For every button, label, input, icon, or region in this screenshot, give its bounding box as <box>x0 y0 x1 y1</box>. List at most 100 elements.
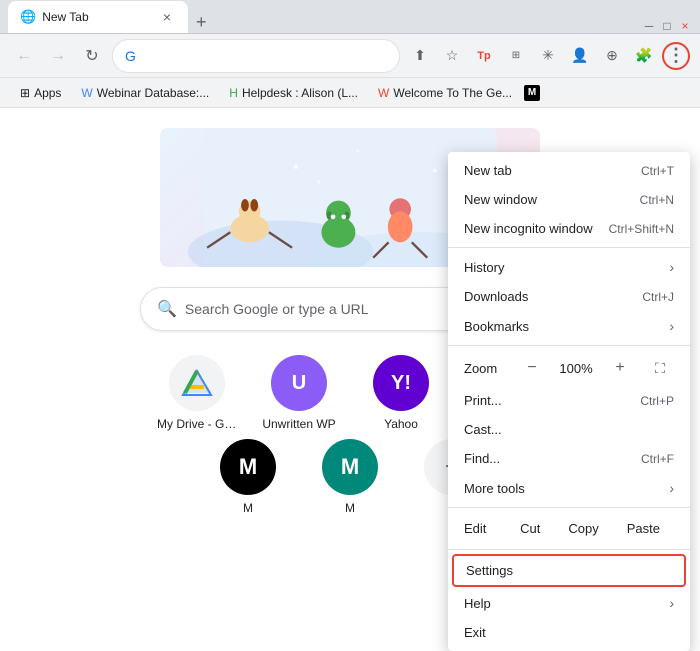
menu-item-cast[interactable]: Cast... <box>448 415 690 444</box>
menu-item-bookmarks[interactable]: Bookmarks › <box>448 311 690 341</box>
bookmark-label-2: Helpdesk : Alison (L... <box>242 86 358 100</box>
bookmark-favicon-1: W <box>81 86 92 100</box>
help-label: Help <box>464 596 661 611</box>
address-security-icon: G <box>125 48 136 64</box>
bookmarks-arrow-icon: › <box>669 318 674 334</box>
menu-divider-4 <box>448 549 690 550</box>
bookmark-welcome[interactable]: W Welcome To The Ge... <box>370 84 520 102</box>
back-button[interactable]: ← <box>10 42 38 70</box>
shortcut-yahoo[interactable]: Y! Yahoo <box>356 355 446 431</box>
shortcut-m2[interactable]: M M <box>305 439 395 515</box>
refresh-button[interactable]: ↻ <box>78 42 106 70</box>
menu-item-settings[interactable]: Settings <box>454 556 684 585</box>
find-shortcut: Ctrl+F <box>641 452 674 466</box>
zoom-label: Zoom <box>464 361 510 376</box>
paste-button[interactable]: Paste <box>613 514 674 543</box>
toolbar: ← → ↻ G ⬆ ☆ Tp ⊞ ✳ 👤 ⊕ 🧩 ⋮ <box>0 34 700 78</box>
exit-label: Exit <box>464 625 674 640</box>
shortcut-label-wp: Unwritten WP <box>262 417 335 431</box>
extension-button-4[interactable]: ⊕ <box>598 42 626 70</box>
shortcut-drive[interactable]: My Drive - Go... <box>152 355 242 431</box>
shortcut-label-m2: M <box>345 501 355 515</box>
menu-item-more-tools[interactable]: More tools › <box>448 473 690 503</box>
new-window-shortcut: Ctrl+N <box>640 193 674 207</box>
active-tab[interactable]: 🌐 New Tab × <box>8 1 188 33</box>
minimize-button[interactable]: ─ <box>642 19 656 33</box>
menu-item-downloads[interactable]: Downloads Ctrl+J <box>448 282 690 311</box>
new-tab-shortcut: Ctrl+T <box>641 164 674 178</box>
more-options-button[interactable]: ⋮ <box>662 42 690 70</box>
tab-title: New Tab <box>42 10 88 24</box>
print-label: Print... <box>464 393 624 408</box>
incognito-label: New incognito window <box>464 221 593 236</box>
zoom-controls: − 100% + ⛶ <box>518 354 674 382</box>
shortcut-label-drive: My Drive - Go... <box>157 417 237 431</box>
extension-button-2[interactable]: ⊞ <box>502 42 530 70</box>
more-tools-arrow-icon: › <box>669 480 674 496</box>
share-button[interactable]: ⬆ <box>406 42 434 70</box>
find-label: Find... <box>464 451 625 466</box>
apps-label: Apps <box>34 86 61 100</box>
downloads-label: Downloads <box>464 289 626 304</box>
zoom-row: Zoom − 100% + ⛶ <box>448 350 690 386</box>
maximize-button[interactable]: □ <box>660 19 674 33</box>
zoom-out-button[interactable]: − <box>518 354 546 382</box>
cast-label: Cast... <box>464 422 674 437</box>
shortcut-icon-medium: M <box>220 439 276 495</box>
menu-divider-1 <box>448 247 690 248</box>
copy-button[interactable]: Copy <box>554 514 612 543</box>
shortcut-label-yahoo: Yahoo <box>384 417 418 431</box>
extension-button-5[interactable]: 🧩 <box>630 42 658 70</box>
bookmarks-label: Bookmarks <box>464 319 661 334</box>
menu-item-help[interactable]: Help › <box>448 588 690 618</box>
zoom-in-button[interactable]: + <box>606 354 634 382</box>
bookmark-favicon-2: H <box>229 86 238 100</box>
shortcut-medium[interactable]: M M <box>203 439 293 515</box>
forward-button[interactable]: → <box>44 42 72 70</box>
menu-item-incognito[interactable]: New incognito window Ctrl+Shift+N <box>448 214 690 243</box>
incognito-shortcut: Ctrl+Shift+N <box>609 222 674 236</box>
search-icon: 🔍 <box>157 299 177 319</box>
tab-favicon: 🌐 <box>20 9 36 25</box>
menu-item-find[interactable]: Find... Ctrl+F <box>448 444 690 473</box>
history-label: History <box>464 260 661 275</box>
shortcut-icon-drive <box>169 355 225 411</box>
more-tools-label: More tools <box>464 481 661 496</box>
history-arrow-icon: › <box>669 259 674 275</box>
menu-item-print[interactable]: Print... Ctrl+P <box>448 386 690 415</box>
extension-button-3[interactable]: ✳ <box>534 42 562 70</box>
search-placeholder: Search Google or type a URL <box>185 301 369 317</box>
chrome-menu: New tab Ctrl+T New window Ctrl+N New inc… <box>448 152 690 651</box>
shortcut-label-medium: M <box>243 501 253 515</box>
bookmark-favicon-4[interactable]: M <box>524 85 540 101</box>
tp-extension-button[interactable]: Tp <box>470 42 498 70</box>
main-content-wrapper: 🔍 Search Google or type a URL My Drive -… <box>0 108 700 515</box>
cut-button[interactable]: Cut <box>506 514 554 543</box>
tab-close-button[interactable]: × <box>158 8 176 26</box>
settings-highlight-box: Settings <box>452 554 686 587</box>
profile-button[interactable]: 👤 <box>566 42 594 70</box>
shortcut-icon-m2: M <box>322 439 378 495</box>
menu-item-new-window[interactable]: New window Ctrl+N <box>448 185 690 214</box>
shortcut-wp[interactable]: U Unwritten WP <box>254 355 344 431</box>
close-window-button[interactable]: × <box>678 19 692 33</box>
toolbar-icons: ⬆ ☆ Tp ⊞ ✳ 👤 ⊕ 🧩 ⋮ <box>406 42 690 70</box>
bookmark-helpdesk[interactable]: H Helpdesk : Alison (L... <box>221 84 366 102</box>
help-arrow-icon: › <box>669 595 674 611</box>
address-bar[interactable]: G <box>112 39 400 73</box>
bookmark-button[interactable]: ☆ <box>438 42 466 70</box>
title-bar: 🌐 New Tab × + ─ □ × <box>0 0 700 34</box>
shortcut-icon-yahoo: Y! <box>373 355 429 411</box>
new-tab-button[interactable]: + <box>188 12 215 33</box>
shortcut-icon-wp: U <box>271 355 327 411</box>
menu-divider-3 <box>448 507 690 508</box>
print-shortcut: Ctrl+P <box>640 394 674 408</box>
apps-button[interactable]: ⊞ Apps <box>12 84 69 102</box>
menu-item-exit[interactable]: Exit <box>448 618 690 647</box>
menu-item-history[interactable]: History › <box>448 252 690 282</box>
menu-divider-2 <box>448 345 690 346</box>
menu-item-new-tab[interactable]: New tab Ctrl+T <box>448 156 690 185</box>
bookmark-webinar[interactable]: W Webinar Database:... <box>73 84 217 102</box>
bookmarks-bar: ⊞ Apps W Webinar Database:... H Helpdesk… <box>0 78 700 108</box>
fullscreen-button[interactable]: ⛶ <box>646 354 674 382</box>
